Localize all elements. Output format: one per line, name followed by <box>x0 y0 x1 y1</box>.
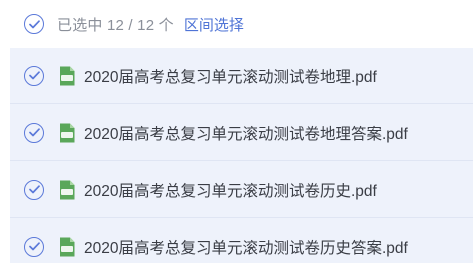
selection-count-text: 已选中 12 / 12 个 <box>57 16 174 34</box>
file-row[interactable]: 2020届高考总复习单元滚动测试卷地理.pdf <box>10 48 473 104</box>
file-checkbox[interactable] <box>24 179 44 200</box>
file-name: 2020届高考总复习单元滚动测试卷历史答案.pdf <box>84 239 408 257</box>
range-select-link[interactable]: 区间选择 <box>184 14 244 35</box>
selection-header: 已选中 12 / 12 个 区间选择 <box>10 0 473 48</box>
file-row[interactable]: 2020届高考总复习单元滚动测试卷地理答案.pdf <box>10 105 473 161</box>
check-icon <box>28 71 40 80</box>
file-checkbox[interactable] <box>24 65 44 86</box>
file-checkbox[interactable] <box>24 122 44 143</box>
pdf-file-icon <box>59 237 75 257</box>
check-icon <box>28 19 40 28</box>
check-icon <box>28 242 40 251</box>
file-name: 2020届高考总复习单元滚动测试卷历史.pdf <box>84 182 377 200</box>
file-selection-panel: 已选中 12 / 12 个 区间选择 2020届高考总复习单元滚动测试卷地理.p… <box>0 0 473 263</box>
pdf-file-icon <box>59 180 75 200</box>
pdf-file-icon <box>59 123 75 143</box>
check-icon <box>28 128 40 137</box>
file-name: 2020届高考总复习单元滚动测试卷地理.pdf <box>84 68 377 86</box>
file-list: 2020届高考总复习单元滚动测试卷地理.pdf 2020届高考总复习单元滚动测试… <box>10 48 473 263</box>
file-checkbox[interactable] <box>24 236 44 257</box>
select-all-checkbox[interactable] <box>24 14 44 34</box>
file-name: 2020届高考总复习单元滚动测试卷地理答案.pdf <box>84 125 408 143</box>
check-icon <box>28 185 40 194</box>
file-row[interactable]: 2020届高考总复习单元滚动测试卷历史答案.pdf <box>10 219 473 263</box>
file-row[interactable]: 2020届高考总复习单元滚动测试卷历史.pdf <box>10 162 473 218</box>
pdf-file-icon <box>59 66 75 86</box>
